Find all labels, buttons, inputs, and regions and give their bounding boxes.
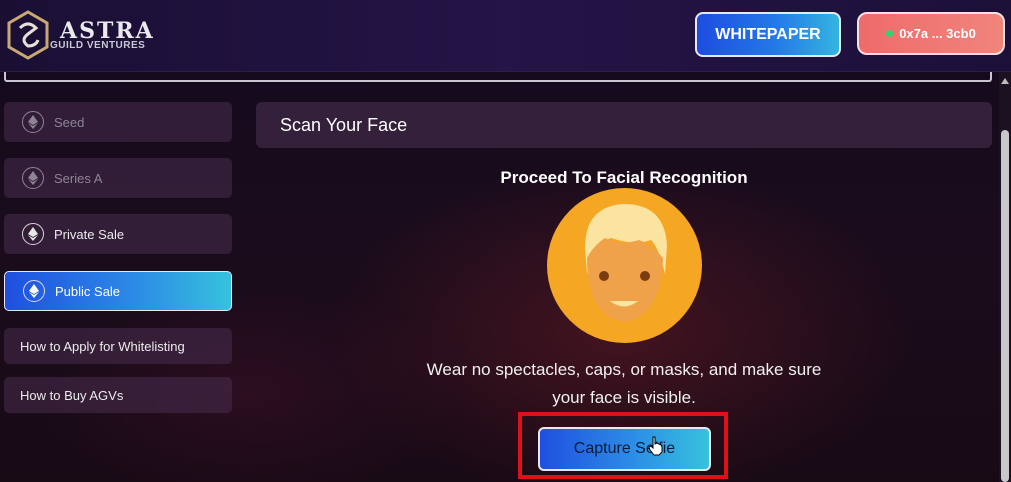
wallet-status-dot-icon <box>886 30 894 37</box>
top-divider <box>4 72 992 82</box>
content-area: Seed Series A Private Sale Public Sale H… <box>0 72 1011 482</box>
wallet-address-button[interactable]: 0x7a ... 3cb0 <box>857 12 1005 55</box>
capture-selfie-button[interactable]: Capture Selfie <box>538 427 711 471</box>
page-title: Scan Your Face <box>280 114 408 135</box>
face-avatar-icon <box>547 188 702 343</box>
sidebar-item-label: Series A <box>54 170 103 186</box>
sidebar-item-how-to-apply[interactable]: How to Apply for Whitelisting <box>4 328 232 364</box>
sidebar-item-label: Public Sale <box>55 283 121 299</box>
whitepaper-button[interactable]: WHITEPAPER <box>695 12 841 57</box>
hand-cursor-icon <box>648 436 663 456</box>
scroll-up-arrow-icon[interactable] <box>1001 78 1009 84</box>
sidebar-item-private-sale[interactable]: Private Sale <box>4 214 232 254</box>
top-header: ASTRA GUILD VENTURES WHITEPAPER 0x7a ...… <box>0 0 1011 72</box>
sidebar-item-label: Private Sale <box>54 226 125 242</box>
ethereum-icon <box>22 223 44 245</box>
section-heading: Proceed To Facial Recognition <box>500 168 748 187</box>
scrollbar-thumb[interactable] <box>1001 130 1009 482</box>
instruction-text: Wear no spectacles, caps, or masks, and … <box>395 356 853 412</box>
ethereum-icon <box>23 280 45 302</box>
sidebar-item-label: Seed <box>54 114 85 130</box>
astra-logo-icon[interactable] <box>6 10 50 60</box>
scrollbar[interactable] <box>999 72 1011 482</box>
whitepaper-button-label: WHITEPAPER <box>715 25 821 43</box>
instruction-line-1: Wear no spectacles, caps, or masks, and … <box>426 360 822 379</box>
sidebar-item-series-a[interactable]: Series A <box>4 158 232 198</box>
brand-subtitle: GUILD VENTURES <box>50 40 146 51</box>
sidebar-item-seed[interactable]: Seed <box>4 102 232 142</box>
sidebar-item-label: How to Apply for Whitelisting <box>20 338 185 354</box>
ethereum-icon <box>22 111 44 133</box>
wallet-address-label: 0x7a ... 3cb0 <box>899 26 976 41</box>
sidebar-item-how-to-buy[interactable]: How to Buy AGVs <box>4 377 232 413</box>
ethereum-icon <box>22 167 44 189</box>
sidebar-item-public-sale[interactable]: Public Sale <box>4 271 232 311</box>
instruction-line-2: your face is visible. <box>552 388 696 407</box>
panel-title-bar: Scan Your Face <box>256 102 992 148</box>
sidebar-item-label: How to Buy AGVs <box>20 387 124 403</box>
